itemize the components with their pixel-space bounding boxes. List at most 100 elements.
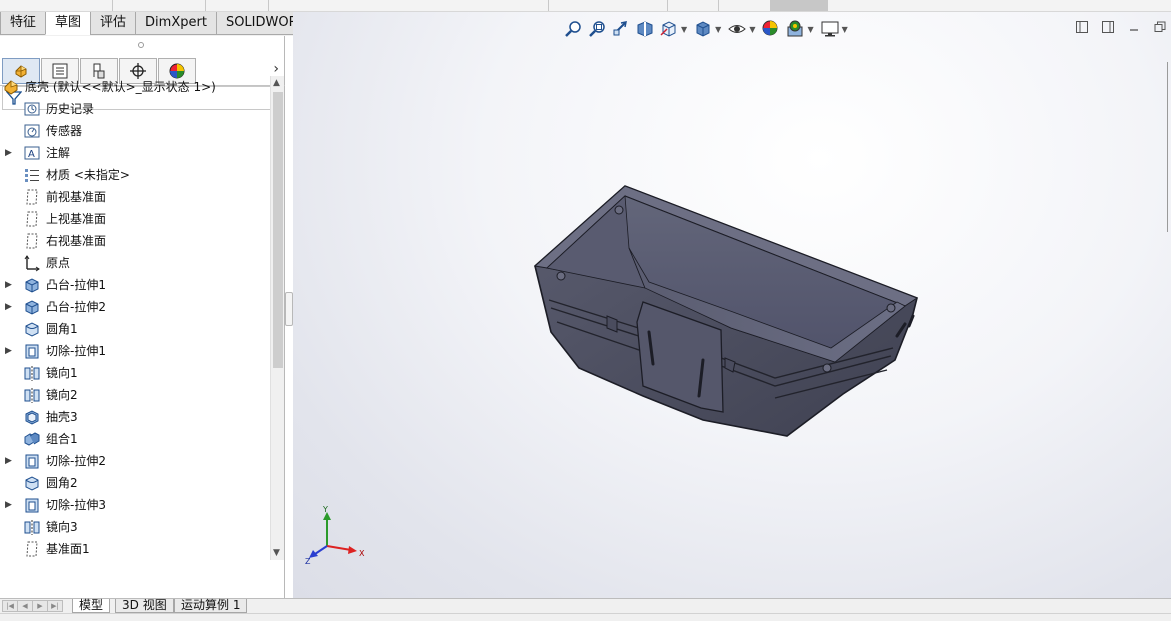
dropdown-arrow-icon[interactable]: ▼ <box>681 25 687 34</box>
scroll-down-icon[interactable]: ▼ <box>273 548 280 558</box>
graphics-area[interactable]: ▼ ▼ ▼ ▼ ▼ Y X Z <box>293 12 1171 598</box>
panel-left-icon[interactable] <box>1075 20 1089 34</box>
display-style-icon[interactable] <box>691 18 715 40</box>
tab-sketch[interactable]: 草图 <box>45 12 92 35</box>
tree-item[interactable]: 镜向2 <box>0 384 268 406</box>
scroll-up-icon[interactable]: ▲ <box>273 78 280 88</box>
cut-extrude-icon <box>23 496 41 514</box>
tree-item-label: 材质 <未指定> <box>46 168 130 182</box>
expand-arrow-icon[interactable]: ▶ <box>5 302 15 312</box>
command-manager-toolbar <box>0 0 1171 12</box>
plane-icon <box>23 188 41 206</box>
tree-item[interactable]: ▶ 切除-拉伸3 <box>0 494 268 516</box>
tree-item[interactable]: 传感器 <box>0 120 268 142</box>
toolbar-active-button[interactable] <box>770 0 828 11</box>
restore-icon[interactable] <box>1153 20 1167 34</box>
dropdown-arrow-icon[interactable]: ▼ <box>842 25 848 34</box>
tree-item[interactable]: 前视基准面 <box>0 186 268 208</box>
tree-item[interactable]: 历史记录 <box>0 98 268 120</box>
dropdown-arrow-icon[interactable]: ▼ <box>715 25 721 34</box>
part-icon <box>4 80 18 95</box>
cut-extrude-icon <box>23 452 41 470</box>
tab-motion-study[interactable]: 运动算例 1 <box>174 599 248 613</box>
tree-item[interactable]: 镜向3 <box>0 516 268 538</box>
triad-label-x: X <box>359 549 365 558</box>
x-axis-icon <box>326 545 352 551</box>
previous-view-icon[interactable] <box>609 18 633 40</box>
task-pane-tabs[interactable] <box>1167 62 1171 232</box>
model-shell-part[interactable] <box>525 182 925 452</box>
tree-item[interactable]: ▶ 切除-拉伸2 <box>0 450 268 472</box>
tab-features[interactable]: 特征 <box>0 12 47 35</box>
tree-item[interactable]: 原点 <box>0 252 268 274</box>
tree-item[interactable]: 上视基准面 <box>0 208 268 230</box>
tree-item[interactable]: 抽壳3 <box>0 406 268 428</box>
reference-triad: Y X Z <box>305 506 365 566</box>
window-controls <box>1075 20 1167 34</box>
expand-arrow-icon[interactable]: ▶ <box>5 280 15 290</box>
combine-icon <box>23 430 41 448</box>
tree-item[interactable]: 右视基准面 <box>0 230 268 252</box>
material-icon <box>23 166 41 184</box>
tree-item-label: 基准面1 <box>46 542 90 556</box>
panel-right-icon[interactable] <box>1101 20 1115 34</box>
tree-item[interactable]: ▶ 凸台-拉伸2 <box>0 296 268 318</box>
tree-item[interactable]: ▶ 凸台-拉伸1 <box>0 274 268 296</box>
edit-appearance-icon[interactable] <box>759 18 783 40</box>
section-view-icon[interactable] <box>633 18 657 40</box>
panel-splitter[interactable] <box>285 36 293 598</box>
tree-item[interactable]: 组合1 <box>0 428 268 450</box>
expand-arrow-icon[interactable]: ▶ <box>5 500 15 510</box>
plane-icon <box>23 232 41 250</box>
tree-item-label: 前视基准面 <box>46 190 107 204</box>
tree-item[interactable]: 圆角1 <box>0 318 268 340</box>
tree-item[interactable]: 材质 <未指定> <box>0 164 268 186</box>
tab-3d-view[interactable]: 3D 视图 <box>115 599 174 613</box>
toolbar-separator <box>268 0 269 11</box>
heads-up-view-toolbar: ▼ ▼ ▼ ▼ ▼ <box>561 18 852 40</box>
prev-tab-icon[interactable]: ◀ <box>17 600 33 612</box>
minimize-icon[interactable] <box>1127 20 1141 34</box>
plane-icon <box>23 540 41 558</box>
tree-item[interactable]: 基准面1 <box>0 538 268 560</box>
scrollbar-thumb[interactable] <box>273 92 283 368</box>
panel-grip-handle[interactable] <box>138 42 144 48</box>
apply-scene-icon[interactable] <box>783 18 807 40</box>
tree-scrollbar[interactable]: ▲ ▼ <box>270 76 284 560</box>
toolbar-separator <box>667 0 668 11</box>
tab-evaluate[interactable]: 评估 <box>90 12 137 35</box>
tab-model[interactable]: 模型 <box>72 599 111 613</box>
tree-item[interactable]: ▶ 切除-拉伸1 <box>0 340 268 362</box>
chevron-right-icon[interactable]: › <box>273 61 279 77</box>
origin-icon <box>23 254 41 272</box>
last-tab-icon[interactable]: ▶| <box>47 600 63 612</box>
tree-item[interactable]: 圆角2 <box>0 472 268 494</box>
tree-item-label: 原点 <box>46 256 71 270</box>
tree-item[interactable]: 镜向1 <box>0 362 268 384</box>
tree-item-label: 注解 <box>46 146 71 160</box>
tree-item[interactable]: ▶ A 注解 <box>0 142 268 164</box>
triad-label-y: Y <box>322 506 328 514</box>
first-tab-icon[interactable]: |◀ <box>2 600 18 612</box>
dropdown-arrow-icon[interactable]: ▼ <box>749 25 755 34</box>
toolbar-separator <box>205 0 206 11</box>
tree-item-label: 镜向3 <box>46 520 78 534</box>
tree-item-label: 凸台-拉伸2 <box>46 300 106 314</box>
next-tab-icon[interactable]: ▶ <box>32 600 48 612</box>
expand-arrow-icon[interactable]: ▶ <box>5 456 15 466</box>
zoom-to-area-icon[interactable] <box>585 18 609 40</box>
tree-item-label: 组合1 <box>46 432 78 446</box>
expand-arrow-icon[interactable]: ▶ <box>5 346 15 356</box>
view-settings-icon[interactable] <box>818 18 842 40</box>
view-orientation-icon[interactable] <box>657 18 681 40</box>
shell-icon <box>23 408 41 426</box>
tree-root-part[interactable]: 底壳 (默认<<默认>_显示状态 1>) <box>2 76 216 98</box>
dropdown-arrow-icon[interactable]: ▼ <box>807 25 813 34</box>
expand-arrow-icon[interactable]: ▶ <box>5 148 15 158</box>
tab-dimxpert[interactable]: DimXpert <box>135 12 217 35</box>
zoom-to-fit-icon[interactable] <box>561 18 585 40</box>
splitter-handle[interactable] <box>285 292 293 326</box>
toolbar-separator <box>112 0 113 11</box>
hide-show-items-icon[interactable] <box>725 18 749 40</box>
z-axis-icon <box>314 545 328 555</box>
